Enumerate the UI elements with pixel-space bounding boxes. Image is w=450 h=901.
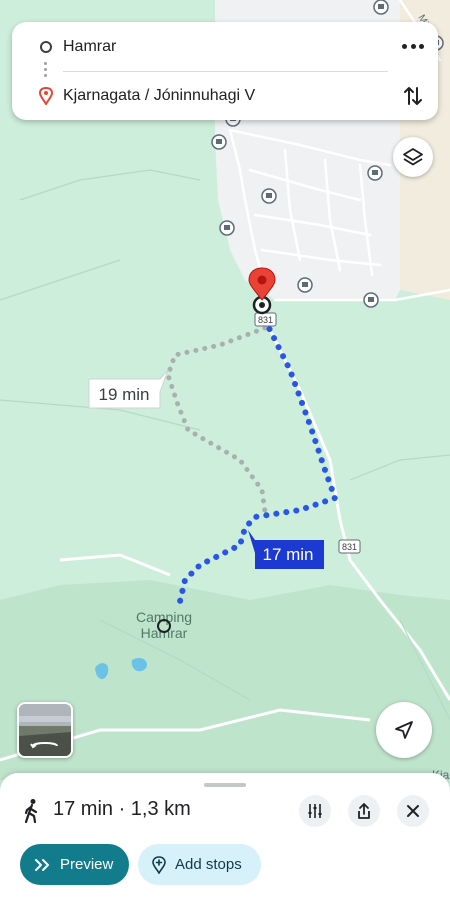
place-label-camping: Camping (136, 609, 192, 625)
add-stops-button[interactable]: Add stops (138, 844, 261, 885)
origin-circle-icon (40, 41, 52, 53)
route-summary: 17 min · 1,3 km (53, 798, 191, 820)
my-location-button[interactable] (376, 702, 432, 758)
street-view-image (19, 704, 71, 756)
road-shield-top-text: 831 (258, 315, 273, 325)
alt-route-time-text: 19 min (98, 385, 149, 404)
share-icon (358, 803, 370, 819)
preview-button[interactable]: Preview (20, 844, 129, 885)
more-options-icon[interactable] (402, 37, 424, 55)
road-shield-bottom-text: 831 (342, 542, 357, 552)
road-shield-top: 831 (254, 312, 277, 327)
fast-forward-icon (35, 858, 49, 871)
route-card-divider (63, 71, 388, 72)
add-location-icon (152, 855, 166, 874)
street-view-thumbnail[interactable] (17, 702, 73, 758)
route-card: Hamrar Kjarnagata / Jóninnuhagi V (12, 22, 438, 120)
share-button[interactable] (348, 795, 380, 827)
tune-icon (308, 804, 322, 818)
road-shield-bottom: 831 (338, 539, 361, 554)
place-label-hamrar: Hamrar (141, 625, 188, 641)
swap-directions-icon[interactable] (402, 84, 424, 108)
origin-label[interactable]: Hamrar (63, 38, 116, 56)
preview-label: Preview (60, 856, 114, 873)
layers-button[interactable] (393, 137, 433, 177)
map-view[interactable]: 19 min 17 min 831 831 Camping Hamrar Kja… (0, 0, 450, 901)
add-stops-label: Add stops (175, 856, 242, 873)
destination-label[interactable]: Kjarnagata / Jóninnuhagi V (63, 87, 255, 105)
dotted-connector-icon (44, 62, 47, 80)
walking-icon (24, 799, 38, 824)
close-icon (407, 805, 419, 817)
navigation-arrow-icon (395, 721, 413, 739)
layers-icon (403, 148, 423, 166)
route-options-button[interactable] (299, 795, 331, 827)
close-button[interactable] (397, 795, 429, 827)
sheet-drag-handle[interactable] (204, 783, 246, 787)
main-route-time-text: 17 min (262, 545, 313, 564)
location-pin-icon (39, 87, 53, 105)
directions-bottom-sheet: 17 min · 1,3 km Preview Add stops (0, 773, 450, 901)
